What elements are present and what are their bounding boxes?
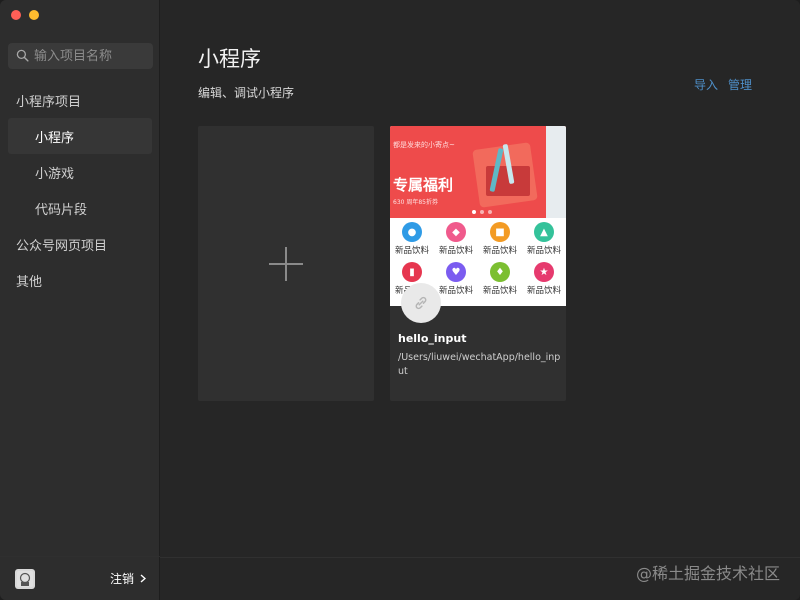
category-icon: ♥: [446, 262, 466, 282]
category-label: 新品饮料: [526, 246, 561, 256]
thumbnail-category-item: ♥ 新品饮料: [434, 262, 478, 296]
category-icon: ▮: [402, 262, 422, 282]
category-icon: ▲: [534, 222, 554, 242]
sidebar-nav: 小程序项目 小程序 小游戏 代码片段 公众号网页项目 其他: [0, 82, 160, 298]
category-icon: ◆: [446, 222, 466, 242]
search-input[interactable]: [34, 48, 144, 64]
project-thumbnail: 都是发来的小寄点~ 专属福利 630 周年85折券 ● 新品饮料 ◆ 新品饮料 ■ 新品饮…: [390, 126, 566, 306]
avatar[interactable]: [15, 568, 35, 589]
manage-link[interactable]: 管理: [728, 76, 752, 93]
logout-label: 注销: [109, 572, 134, 586]
category-icon: ■: [490, 222, 510, 242]
category-label: 新品饮料: [482, 246, 517, 256]
thumbnail-category-item: ▲ 新品饮料: [522, 222, 566, 256]
category-icon: ●: [402, 222, 422, 242]
banner-title: 专属福利: [393, 176, 454, 194]
page-title: 小程序: [198, 47, 261, 71]
project-grid: 都是发来的小寄点~ 专属福利 630 周年85折券 ● 新品饮料 ◆ 新品饮料 ■ 新品饮…: [198, 126, 566, 401]
sidebar-item-minigame[interactable]: 小游戏: [0, 154, 160, 190]
project-icon: [401, 283, 441, 323]
thumbnail-category-item: ● 新品饮料: [390, 222, 434, 256]
close-window-button[interactable]: [11, 10, 21, 20]
search-box[interactable]: [8, 43, 153, 69]
import-link[interactable]: 导入: [694, 76, 718, 93]
category-label: 新品饮料: [526, 286, 561, 296]
sidebar-item-code-snippets[interactable]: 代码片段: [0, 190, 160, 226]
category-label: 新品饮料: [482, 286, 517, 296]
sidebar-item-miniprogram[interactable]: 小程序: [8, 118, 152, 154]
project-path: /Users/liuwei/wechatApp/hello_input: [398, 352, 561, 377]
banner-side-panel: [546, 126, 566, 218]
plus-icon: [269, 246, 303, 281]
sidebar-item-other[interactable]: 其他: [0, 262, 160, 298]
sidebar: 小程序项目 小程序 小游戏 代码片段 公众号网页项目 其他 注销: [0, 0, 160, 600]
carousel-dot: [480, 210, 484, 214]
thumbnail-category-item: ♦ 新品饮料: [478, 262, 522, 296]
search-icon: [16, 47, 29, 66]
logout-button[interactable]: 注销: [109, 570, 147, 587]
category-label: 新品饮料: [438, 286, 473, 296]
sidebar-item-miniprogram-projects[interactable]: 小程序项目: [0, 82, 160, 118]
sidebar-footer: 注销: [0, 556, 160, 600]
watermark: @稀土掘金技术社区: [635, 564, 780, 583]
banner-tiny-text: 630 周年85折券: [393, 199, 438, 206]
thumbnail-category-item: ★ 新品饮料: [522, 262, 566, 296]
project-name: hello_input: [398, 332, 467, 345]
main-panel: 小程序 编辑、调试小程序 导入 管理 都是发来的小寄点~ 专属福利 630 周年…: [160, 0, 800, 600]
chevron-right-icon: [140, 572, 147, 586]
minimize-window-button[interactable]: [29, 10, 39, 20]
header-actions: 导入 管理: [694, 76, 752, 93]
thumbnail-category-item: ■ 新品饮料: [478, 222, 522, 256]
thumbnail-category-item: ◆ 新品饮料: [434, 222, 478, 256]
page-subtitle: 编辑、调试小程序: [198, 86, 295, 100]
divider: [160, 557, 800, 558]
category-label: 新品饮料: [438, 246, 473, 256]
category-label: 新品饮料: [394, 246, 429, 256]
category-icon: ♦: [490, 262, 510, 282]
project-card[interactable]: 都是发来的小寄点~ 专属福利 630 周年85折券 ● 新品饮料 ◆ 新品饮料 ■ 新品饮…: [390, 126, 566, 401]
sidebar-item-official-account-web[interactable]: 公众号网页项目: [0, 226, 160, 262]
window-controls: [11, 10, 39, 20]
carousel-dot: [488, 210, 492, 214]
category-icon: ★: [534, 262, 554, 282]
carousel-dot: [472, 210, 476, 214]
new-project-card[interactable]: [198, 126, 374, 401]
banner-small-text: 都是发来的小寄点~: [393, 141, 455, 149]
carousel-dots: [472, 210, 492, 214]
app-window: 小程序项目 小程序 小游戏 代码片段 公众号网页项目 其他 注销 小程序 编辑、…: [0, 0, 800, 600]
thumbnail-banner: 都是发来的小寄点~ 专属福利 630 周年85折券: [390, 126, 566, 218]
